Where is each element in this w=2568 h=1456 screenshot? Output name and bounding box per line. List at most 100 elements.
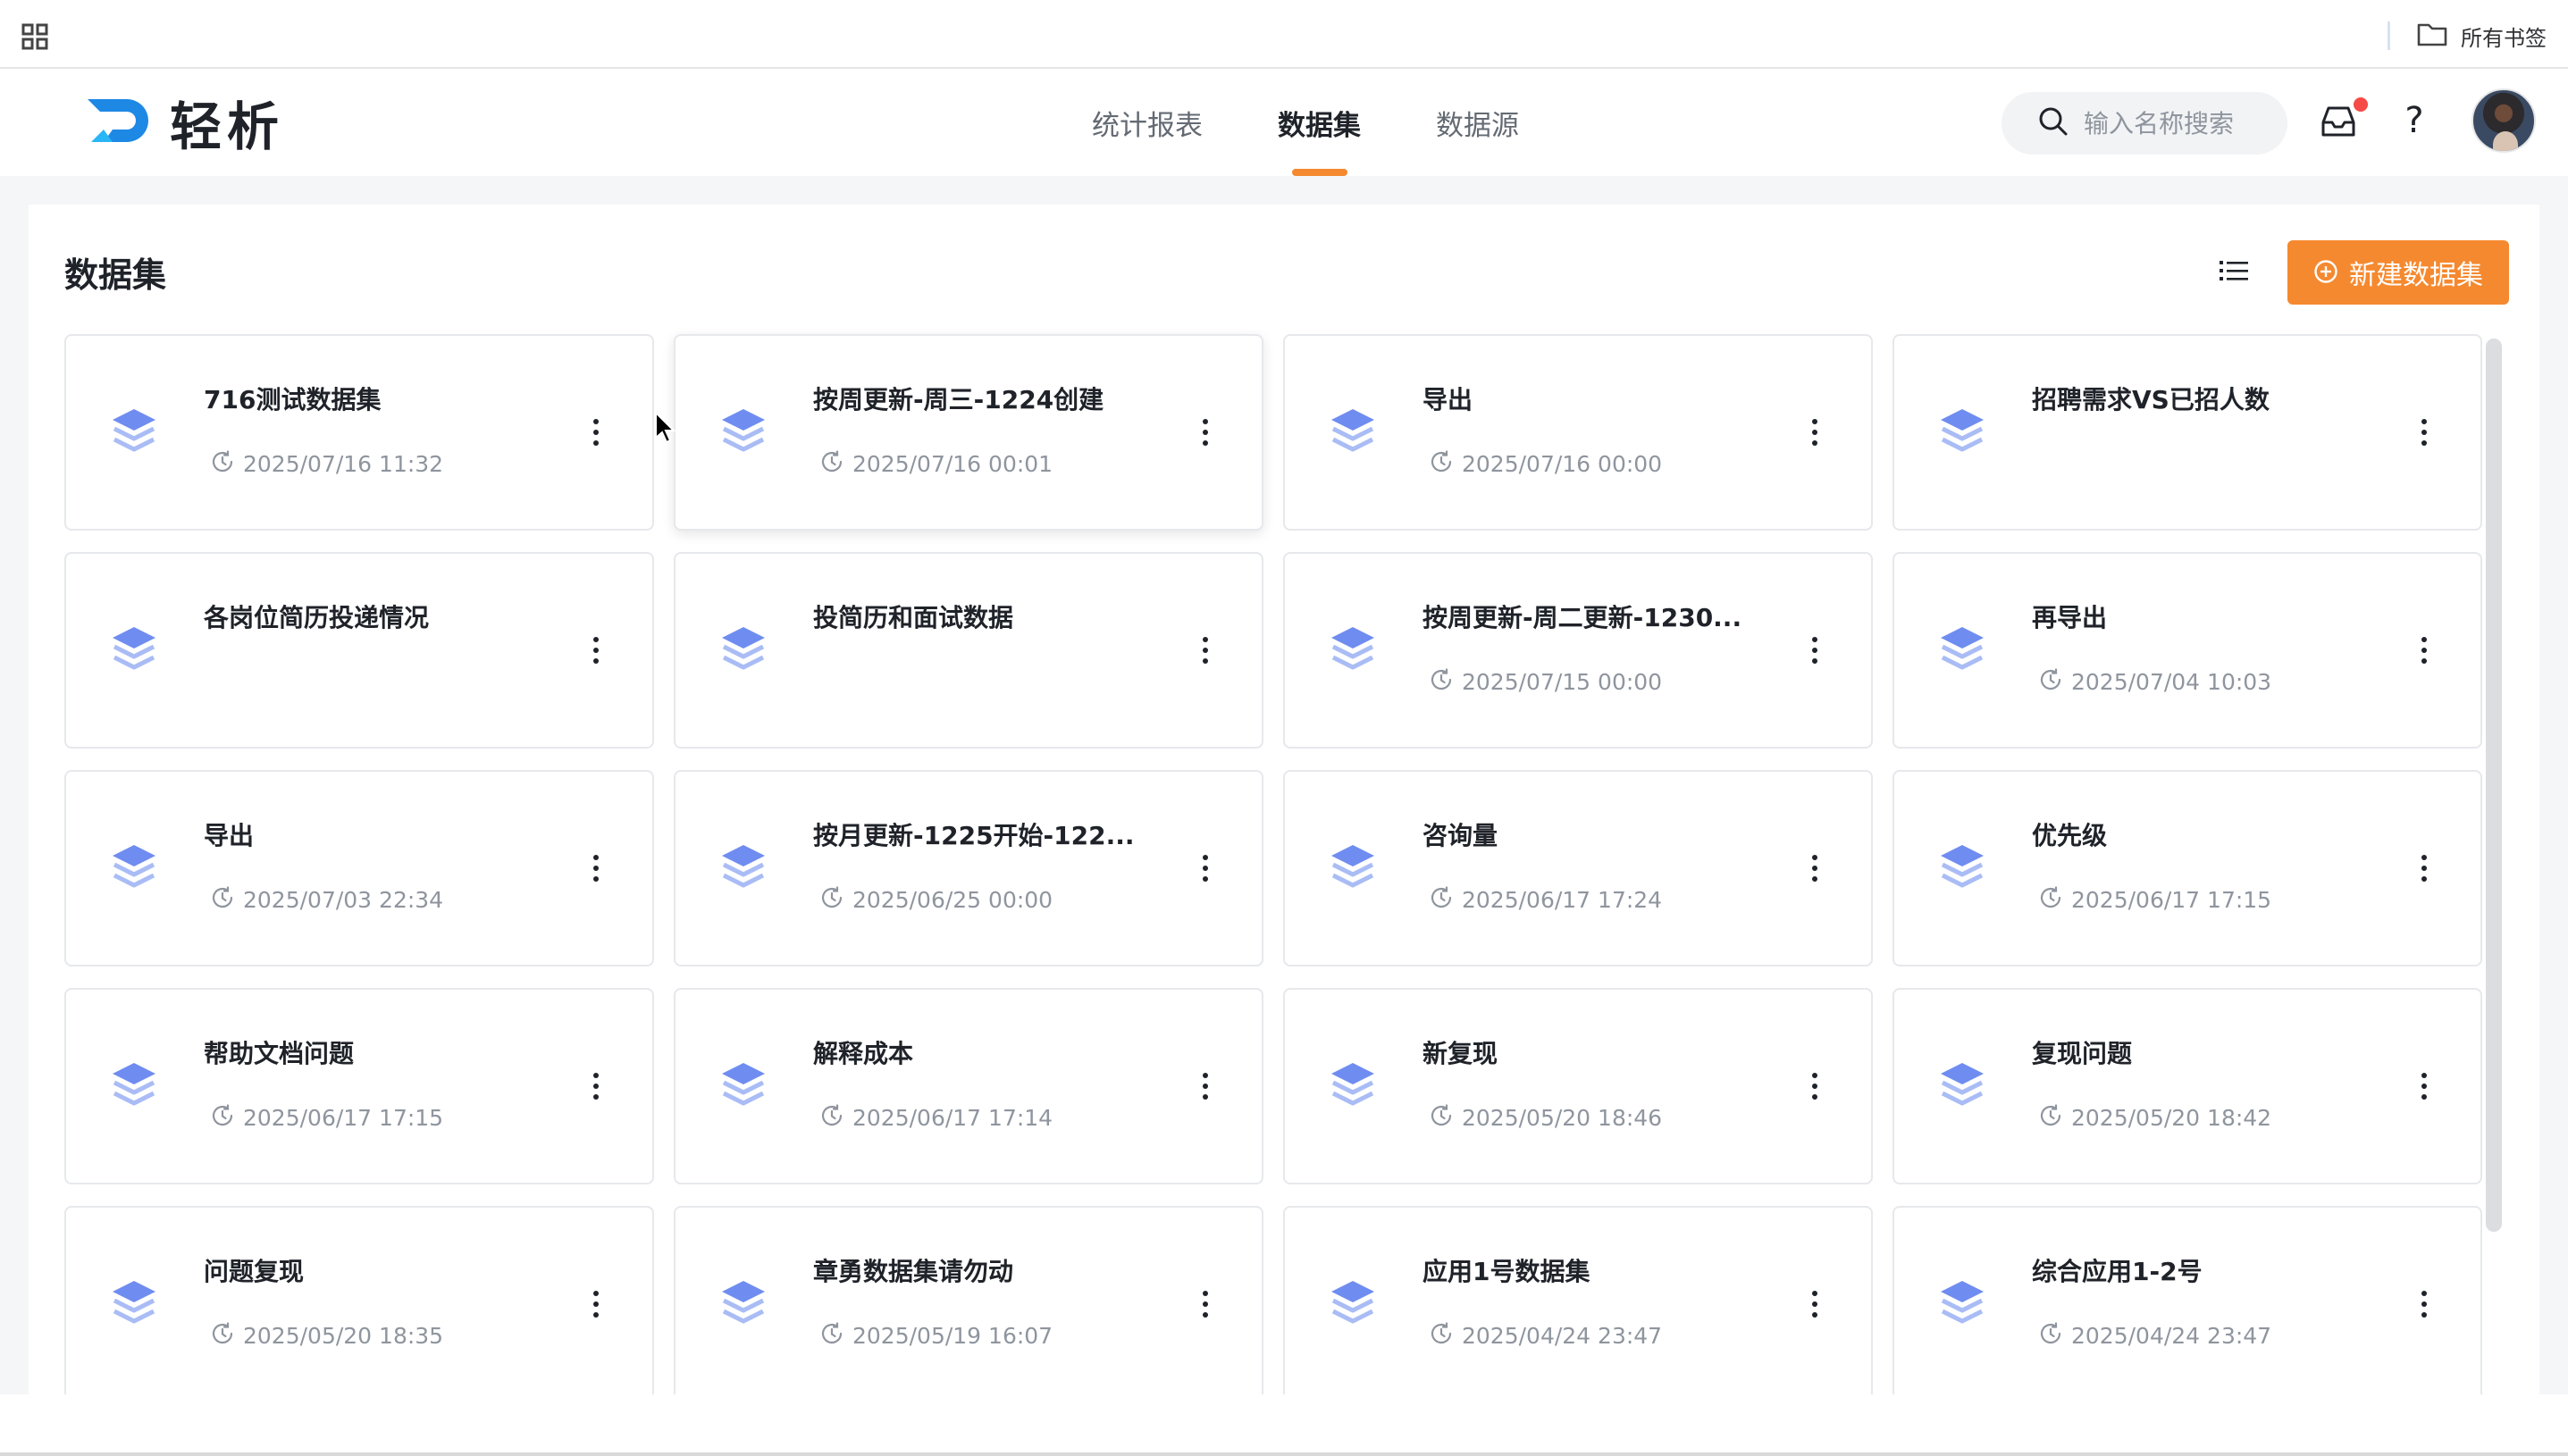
tab-datasets[interactable]: 数据集 — [1240, 69, 1398, 176]
dataset-card[interactable]: 解释成本 2025/06/17 17:14 — [674, 988, 1263, 1184]
list-view-toggle[interactable] — [2214, 253, 2253, 289]
help-button[interactable]: ? — [2395, 96, 2434, 146]
more-vertical-icon[interactable] — [2411, 1068, 2438, 1104]
dataset-card[interactable]: 帮助文档问题 2025/06/17 17:15 — [64, 988, 654, 1184]
clock-icon — [820, 1322, 843, 1349]
clock-icon — [2039, 1104, 2062, 1131]
dataset-name: 按月更新-1225开始-122... — [813, 821, 1135, 850]
more-vertical-icon[interactable] — [1192, 414, 1219, 450]
dataset-card[interactable]: 应用1号数据集 2025/04/24 23:47 — [1283, 1206, 1873, 1394]
clock-icon — [2039, 1322, 2062, 1349]
more-vertical-icon[interactable] — [1801, 1286, 1828, 1322]
new-dataset-button[interactable]: 新建数据集 — [2287, 240, 2509, 305]
more-vertical-icon[interactable] — [1801, 1068, 1828, 1104]
layers-icon — [111, 1279, 157, 1327]
clock-icon — [1430, 886, 1453, 913]
layers-icon — [111, 1061, 157, 1109]
inbox-button[interactable] — [2318, 97, 2368, 142]
more-vertical-icon[interactable] — [1192, 632, 1219, 668]
more-vertical-icon[interactable] — [1801, 632, 1828, 668]
all-bookmarks-button[interactable]: 所有书签 — [2416, 18, 2547, 54]
bottom-border — [0, 1452, 2568, 1456]
dataset-card[interactable]: 咨询量 2025/06/17 17:24 — [1283, 770, 1873, 966]
dataset-updated-time: 2025/06/17 17:24 — [1430, 886, 1662, 913]
dataset-name: 复现问题 — [2032, 1039, 2133, 1068]
unread-badge — [2354, 97, 2368, 112]
all-bookmarks-label: 所有书签 — [2461, 25, 2547, 51]
tab-datasources-label: 数据源 — [1436, 109, 1519, 142]
clock-icon — [211, 450, 234, 477]
dataset-card[interactable]: 按月更新-1225开始-122... 2025/06/25 00:00 — [674, 770, 1263, 966]
search-box[interactable] — [2002, 92, 2287, 155]
dataset-card[interactable]: 招聘需求VS已招人数 — [1892, 334, 2482, 531]
dataset-card[interactable]: 导出 2025/07/16 00:00 — [1283, 334, 1873, 531]
dataset-card[interactable]: 再导出 2025/07/04 10:03 — [1892, 552, 2482, 749]
tab-reports[interactable]: 统计报表 — [1054, 69, 1240, 176]
more-vertical-icon[interactable] — [583, 850, 609, 886]
dataset-updated-time: 2025/05/20 18:46 — [1430, 1104, 1662, 1131]
more-vertical-icon[interactable] — [2411, 1286, 2438, 1322]
dataset-card[interactable]: 各岗位简历投递情况 — [64, 552, 654, 749]
more-vertical-icon[interactable] — [2411, 632, 2438, 668]
dataset-name: 优先级 — [2032, 821, 2108, 850]
more-vertical-icon[interactable] — [583, 632, 609, 668]
dataset-card[interactable]: 按周更新-周三-1224创建 2025/07/16 00:01 — [674, 334, 1263, 531]
dataset-panel: 数据集 新建数据集 716测试数据集 2025/07/16 11:32 按周更新… — [29, 205, 2539, 1394]
app-header: 轻析 统计报表 数据集 数据源 ? — [0, 69, 2568, 176]
dataset-card[interactable]: 716测试数据集 2025/07/16 11:32 — [64, 334, 654, 531]
more-vertical-icon[interactable] — [583, 1286, 609, 1322]
new-dataset-label: 新建数据集 — [2349, 260, 2483, 291]
dataset-card[interactable]: 问题复现 2025/05/20 18:35 — [64, 1206, 654, 1394]
user-avatar[interactable] — [2471, 88, 2536, 153]
dataset-card[interactable]: 章勇数据集请勿动 2025/05/19 16:07 — [674, 1206, 1263, 1394]
more-vertical-icon[interactable] — [583, 1068, 609, 1104]
more-vertical-icon[interactable] — [2411, 850, 2438, 886]
tab-datasources[interactable]: 数据源 — [1398, 69, 1557, 176]
clock-icon — [820, 450, 843, 477]
dataset-time-text: 2025/07/03 22:34 — [243, 886, 444, 913]
dataset-name: 716测试数据集 — [204, 385, 382, 414]
dataset-time-text: 2025/07/15 00:00 — [1462, 668, 1663, 695]
dataset-updated-time: 2025/04/24 23:47 — [1430, 1322, 1662, 1349]
dataset-updated-time: 2025/05/19 16:07 — [820, 1322, 1053, 1349]
dataset-name: 解释成本 — [813, 1039, 914, 1068]
dataset-time-text: 2025/07/16 11:32 — [243, 450, 444, 477]
more-vertical-icon[interactable] — [1192, 1068, 1219, 1104]
dataset-updated-time: 2025/06/17 17:14 — [820, 1104, 1053, 1131]
plus-circle-icon — [2313, 259, 2338, 287]
more-vertical-icon[interactable] — [583, 414, 609, 450]
dataset-time-text: 2025/05/20 18:42 — [2071, 1104, 2272, 1131]
dataset-time-text: 2025/07/16 00:00 — [1462, 450, 1663, 477]
more-vertical-icon[interactable] — [1192, 850, 1219, 886]
layers-icon — [1939, 407, 1985, 456]
app-logo[interactable]: 轻析 — [82, 92, 284, 157]
more-vertical-icon[interactable] — [1801, 414, 1828, 450]
main-nav: 统计报表 数据集 数据源 — [1054, 69, 1557, 176]
dataset-name: 导出 — [204, 821, 255, 850]
dataset-card[interactable]: 复现问题 2025/05/20 18:42 — [1892, 988, 2482, 1184]
dataset-card[interactable]: 综合应用1-2号 2025/04/24 23:47 — [1892, 1206, 2482, 1394]
dataset-name: 综合应用1-2号 — [2032, 1257, 2203, 1286]
dataset-card[interactable]: 新复现 2025/05/20 18:46 — [1283, 988, 1873, 1184]
dataset-updated-time: 2025/07/16 11:32 — [211, 450, 443, 477]
dataset-card[interactable]: 按周更新-周二更新-1230... 2025/07/15 00:00 — [1283, 552, 1873, 749]
dataset-card[interactable]: 优先级 2025/06/17 17:15 — [1892, 770, 2482, 966]
more-vertical-icon[interactable] — [1801, 850, 1828, 886]
search-input[interactable] — [2084, 108, 2280, 138]
more-vertical-icon[interactable] — [2411, 414, 2438, 450]
layers-icon — [1330, 1279, 1376, 1327]
folder-icon — [2416, 21, 2448, 51]
dataset-name: 按周更新-周二更新-1230... — [1422, 603, 1742, 632]
more-vertical-icon[interactable] — [1192, 1286, 1219, 1322]
scrollbar[interactable] — [2486, 339, 2502, 1232]
dataset-card[interactable]: 投简历和面试数据 — [674, 552, 1263, 749]
dataset-card[interactable]: 导出 2025/07/03 22:34 — [64, 770, 654, 966]
dataset-name: 投简历和面试数据 — [813, 603, 1014, 632]
apps-grid-icon[interactable] — [21, 23, 48, 50]
dataset-time-text: 2025/06/25 00:00 — [852, 886, 1053, 913]
layers-icon — [720, 1061, 767, 1109]
dataset-name: 新复现 — [1422, 1039, 1498, 1068]
tab-datasets-label: 数据集 — [1278, 109, 1361, 142]
layers-icon — [1330, 843, 1376, 891]
layers-icon — [111, 625, 157, 674]
